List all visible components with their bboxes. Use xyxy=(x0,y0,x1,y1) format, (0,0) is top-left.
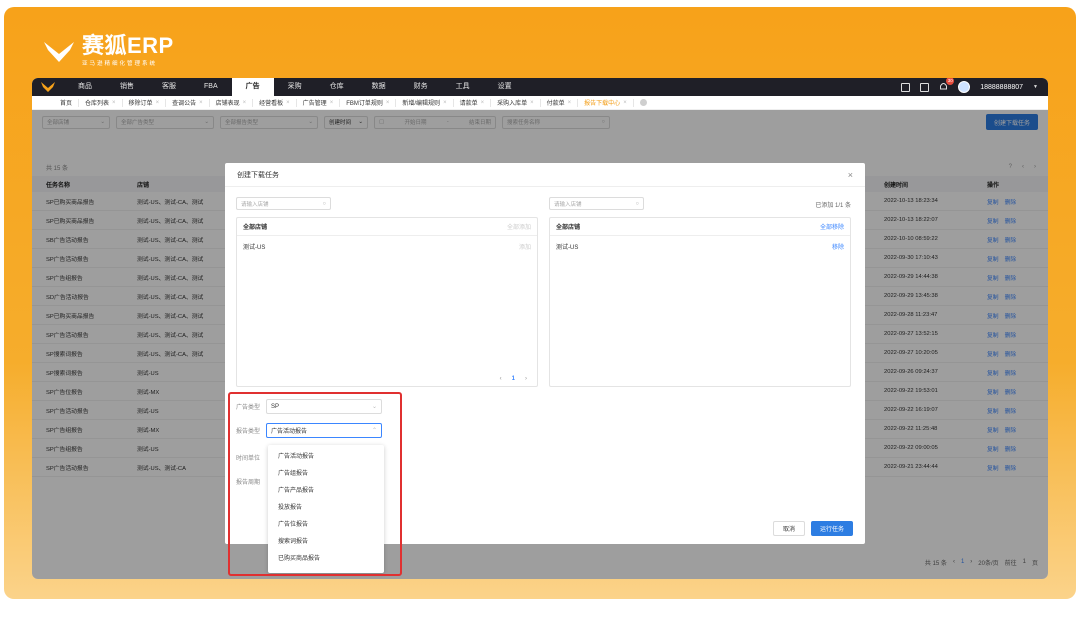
close-icon: × xyxy=(199,99,203,106)
tab-shop-performance[interactable]: 店铺表现 × xyxy=(210,98,254,107)
tab-ad-management[interactable]: 广告管理 × xyxy=(297,98,341,107)
list-item: 测试-US 移除 xyxy=(550,236,850,256)
tab-payment-request[interactable]: 请款单 × xyxy=(454,98,492,107)
add-all-button[interactable]: 全部添加 xyxy=(507,222,531,231)
close-icon: × xyxy=(530,99,534,106)
nav-item-data[interactable]: 数据 xyxy=(358,78,400,96)
nav-item-tools[interactable]: 工具 xyxy=(442,78,484,96)
remove-all-button[interactable]: 全部移除 xyxy=(820,222,844,231)
nav-logo-icon[interactable] xyxy=(32,78,64,96)
add-shop-button[interactable]: 添加 xyxy=(519,242,531,251)
left-pager: ‹ 1 › xyxy=(499,376,527,382)
tab-removal-orders[interactable]: 移除订单 × xyxy=(123,98,167,107)
highlight-box xyxy=(228,392,402,576)
search-icon: ○ xyxy=(322,200,326,207)
nav-item-settings[interactable]: 设置 xyxy=(484,78,526,96)
fox-logo-icon xyxy=(44,42,74,62)
tab-home[interactable]: 首页 xyxy=(54,98,80,107)
tab-dashboard[interactable]: 经营看板 × xyxy=(253,98,297,107)
tab-bar: 首页 仓库列表 × 移除订单 × 查调公告 × 店铺表现 × 经营看板 × 广告管理 × F… xyxy=(32,96,1048,110)
close-icon: × xyxy=(155,99,160,106)
chevron-down-icon[interactable]: ▼ xyxy=(1033,84,1038,90)
close-icon: × xyxy=(623,99,627,106)
close-icon: × xyxy=(567,99,572,106)
avatar[interactable] xyxy=(958,81,971,93)
tab-payment-order[interactable]: 付款单 × xyxy=(541,98,579,107)
run-task-button[interactable]: 运行任务 xyxy=(810,521,853,536)
nav-item-finance[interactable]: 财务 xyxy=(400,78,442,96)
nav-item-warehouse[interactable]: 仓库 xyxy=(316,78,358,96)
bell-icon[interactable]: 30 xyxy=(939,78,955,93)
close-icon: × xyxy=(443,99,447,106)
selected-shops-panel: 请输入店铺 ○ 已添加 1/1 条 全部店铺 全部移除 测试-US 移除 xyxy=(549,197,851,387)
close-icon: × xyxy=(385,99,390,106)
tab-notices[interactable]: 查调公告 × xyxy=(166,98,210,107)
user-account[interactable]: 18888888807 xyxy=(980,84,1023,91)
list-item: 测试-US 添加 xyxy=(237,236,537,256)
close-icon[interactable]: × xyxy=(848,170,853,180)
close-icon: × xyxy=(112,99,116,106)
tab-fbm-rules[interactable]: FBM订单规则 × xyxy=(340,98,397,107)
add-tab-icon[interactable] xyxy=(639,99,647,106)
close-icon: × xyxy=(242,99,247,106)
notification-badge: 30 xyxy=(946,78,955,85)
tab-warehouse-list[interactable]: 仓库列表 × xyxy=(79,98,123,107)
available-shops-panel: 请输入店铺 ○ 全部店铺 全部添加 测试-US 添加 ‹ 1 › xyxy=(236,197,538,387)
nav-item-sales[interactable]: 销售 xyxy=(106,78,148,96)
search-icon: ○ xyxy=(635,200,639,207)
cancel-button[interactable]: 取消 xyxy=(772,521,805,536)
tab-purchase-inbound[interactable]: 采购入库单 × xyxy=(491,98,541,107)
left-shop-search-input[interactable]: 请输入店铺 ○ xyxy=(236,197,331,210)
tab-report-download[interactable]: 报告下载中心 × xyxy=(578,98,634,107)
top-nav: 商品 销售 客服 FBA 广告 采购 仓库 数据 财务 工具 设置 30 188… xyxy=(32,78,1048,96)
brand-subtitle: 亚马逊精细化管理系统 xyxy=(82,61,158,67)
nav-item-purchase[interactable]: 采购 xyxy=(274,78,316,96)
tab-edit-rules[interactable]: 新增/编辑规则 × xyxy=(396,98,454,107)
nav-item-service[interactable]: 客服 xyxy=(148,78,190,96)
close-icon: × xyxy=(286,99,290,106)
modal-title: 创建下载任务 xyxy=(237,171,279,179)
document-icon[interactable] xyxy=(901,82,911,92)
remove-shop-button[interactable]: 移除 xyxy=(832,242,844,251)
nav-item-fba[interactable]: FBA xyxy=(190,78,232,96)
brand-name: 赛狐ERP xyxy=(82,33,174,58)
chevron-left-icon[interactable]: ‹ xyxy=(500,376,502,382)
close-icon: × xyxy=(480,99,485,106)
added-count: 已添加 1/1 条 xyxy=(815,203,851,209)
promo-frame: 赛狐ERP 亚马逊精细化管理系统 商品 销售 客服 FBA 广告 采购 仓库 数… xyxy=(4,7,1076,599)
chevron-right-icon[interactable]: › xyxy=(525,376,527,382)
clipboard-icon[interactable] xyxy=(920,82,930,92)
right-shop-search-input[interactable]: 请输入店铺 ○ xyxy=(549,197,644,210)
close-icon: × xyxy=(329,99,334,106)
brand: 赛狐ERP 亚马逊精细化管理系统 xyxy=(44,35,174,67)
nav-item-ads[interactable]: 广告 xyxy=(231,78,274,96)
nav-item-products[interactable]: 商品 xyxy=(64,78,106,96)
